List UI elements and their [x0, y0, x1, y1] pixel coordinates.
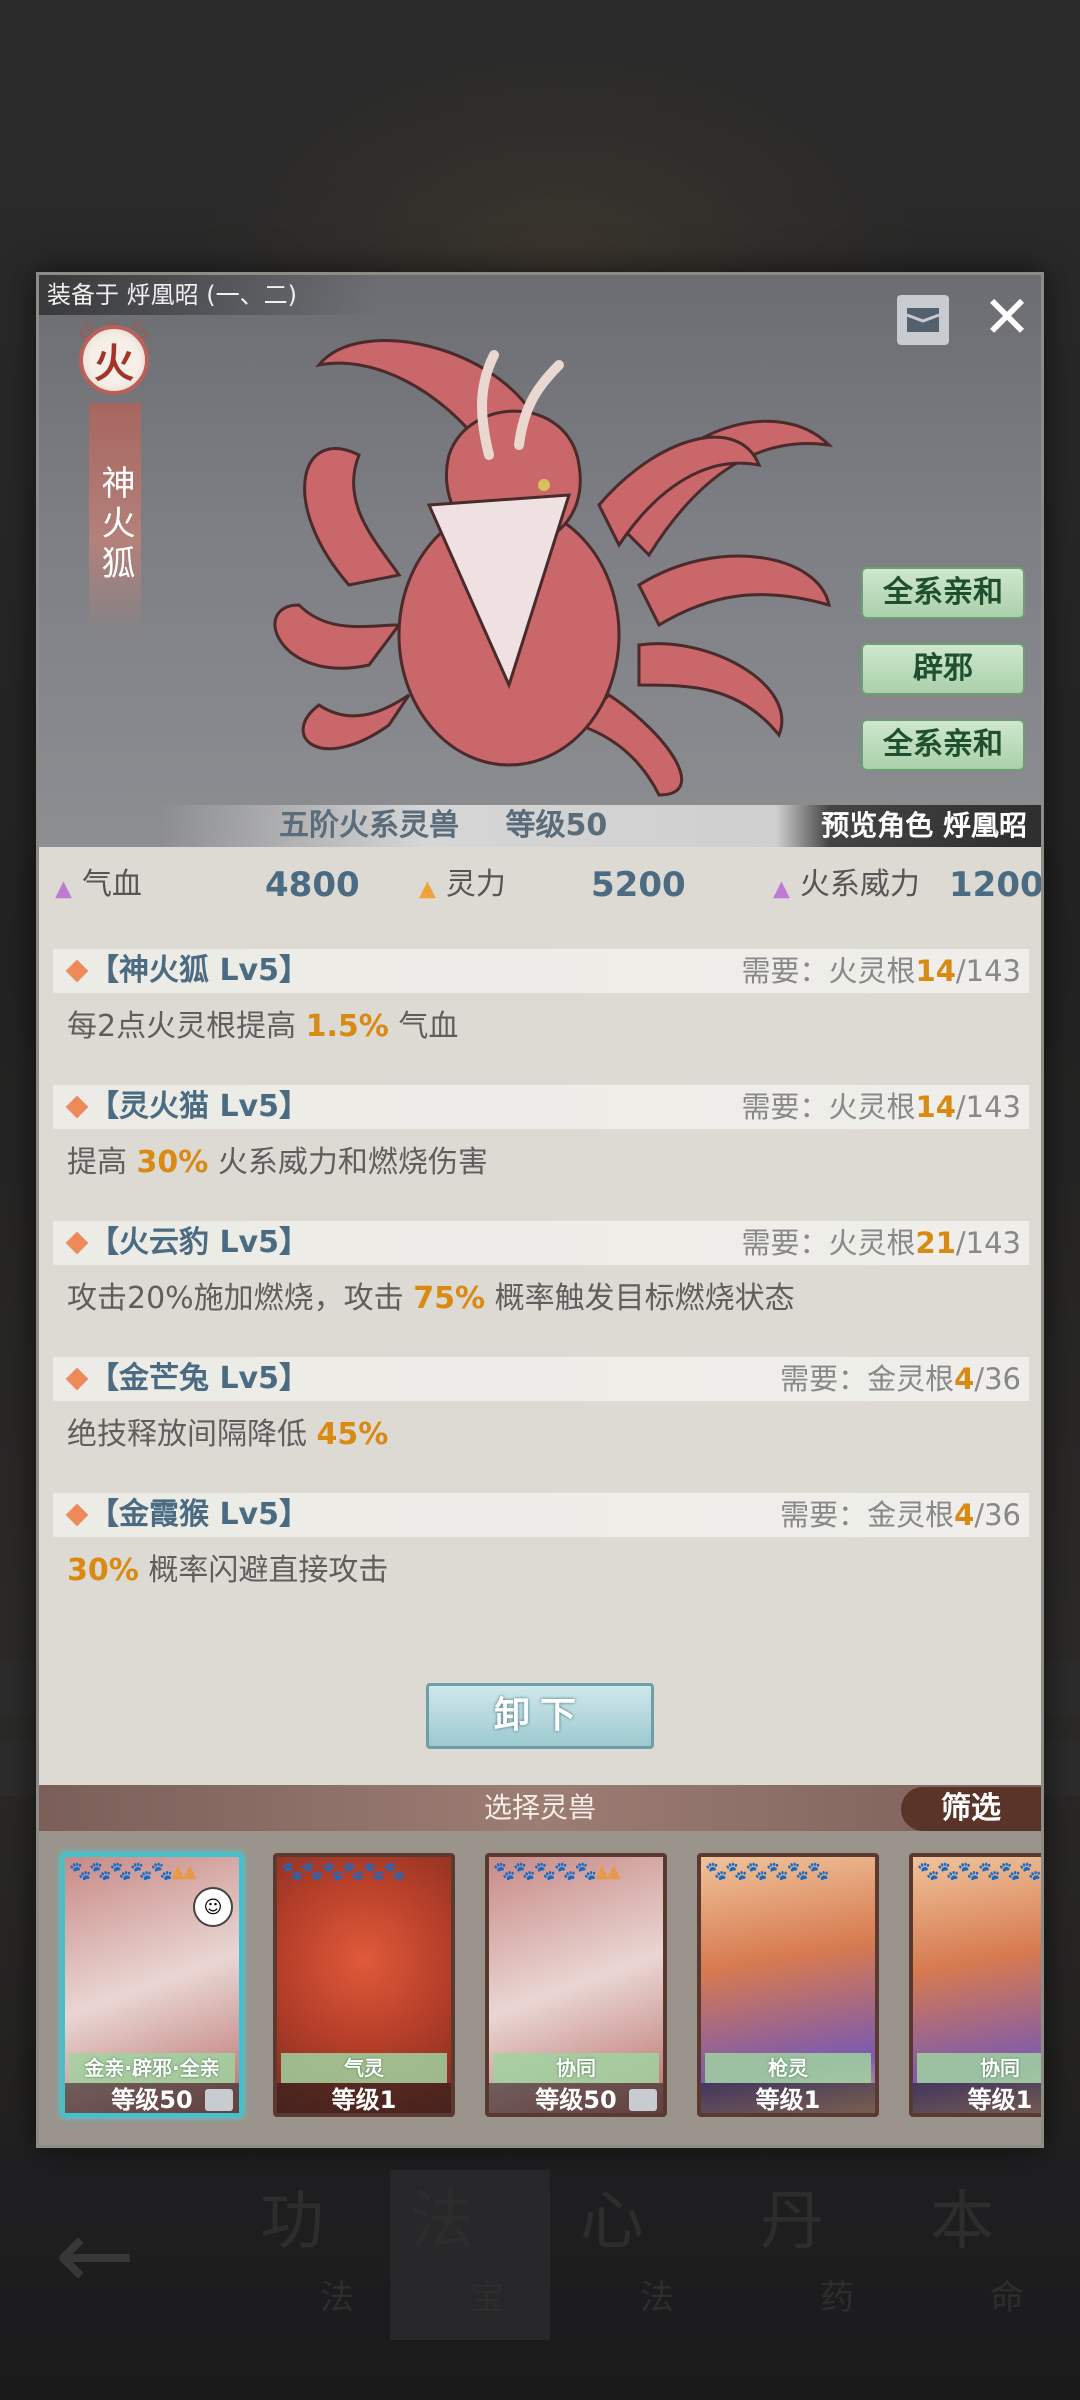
skill-description: 每2点火灵根提高 1.5% 气血 — [67, 1005, 458, 1049]
triangle-icon: ▲ — [773, 876, 790, 902]
select-beast-title: 选择灵兽 — [483, 1791, 596, 1824]
stat-label: 气血 — [81, 867, 142, 902]
stat-label: 火系威力 — [799, 867, 920, 902]
beast-name-banner: 神火狐 — [89, 403, 141, 633]
beast-rank-level: 五阶火系灵兽 等级50 — [279, 805, 607, 847]
req-current: 4 — [954, 1498, 975, 1532]
beast-card[interactable]: 🐾🐾🐾🐾🐾🐾 气灵 等级1 — [273, 1853, 455, 2117]
spirit-beast-modal: 装备于 烀凰昭 (一、二) ♨♨♨ 火 神火狐 — [36, 272, 1044, 2148]
desc-text: 概率闪避直接攻击 — [138, 1553, 389, 1588]
skill-entry: 【灵火猫 Lv5】 需要：火灵根14/143 提高 30% 火系威力和燃烧伤害 — [53, 1085, 1029, 1205]
stat-value: 5200 — [591, 865, 686, 905]
req-current: 14 — [915, 1090, 956, 1124]
skill-entry: 【金芒兔 Lv5】 需要：金灵根4/36 绝技释放间隔降低 45% — [53, 1357, 1029, 1477]
desc-text: 火系威力和燃烧伤害 — [208, 1145, 488, 1180]
stat-label: 灵力 — [445, 867, 506, 902]
desc-text: 提高 — [67, 1145, 137, 1180]
close-icon[interactable]: ✕ — [979, 288, 1035, 346]
card-rarity: 🐾🐾🐾🐾🐾🐾 — [281, 1861, 405, 1882]
card-trait-tag: 协同 — [493, 2053, 659, 2083]
beast-card[interactable]: 🐾🐾🐾🐾🐾🐾 协同 等级1 — [909, 1853, 1041, 2117]
skill-title: 【金芒兔 Lv5】 — [89, 1361, 309, 1396]
card-rarity: 🐾🐾🐾🐾🐾🐾 — [917, 1861, 1041, 1882]
trait-badge[interactable]: 全系亲和 — [861, 567, 1025, 619]
unload-button[interactable]: 卸下 — [426, 1683, 654, 1749]
beast-card[interactable]: 🐾🐾🐾🐾🐾▲▲ 协同 等级50 — [485, 1853, 667, 2117]
req-label: 需要：火灵根 — [741, 1226, 916, 1260]
beast-rank: 五阶火系灵兽 — [279, 808, 459, 843]
skill-entry: 【神火狐 Lv5】 需要：火灵根14/143 每2点火灵根提高 1.5% 气血 — [53, 949, 1029, 1069]
desc-highlight: 30% — [67, 1553, 139, 1588]
req-max: /143 — [955, 1090, 1021, 1124]
skill-description: 提高 30% 火系威力和燃烧伤害 — [67, 1141, 488, 1185]
card-trait-tag: 枪灵 — [705, 2053, 871, 2083]
req-current: 14 — [915, 954, 956, 988]
skill-title: 【神火狐 Lv5】 — [89, 953, 309, 988]
card-trait-tag: 气灵 — [281, 2053, 447, 2083]
trait-badge[interactable]: 辟邪 — [861, 643, 1025, 695]
skill-description: 30% 概率闪避直接攻击 — [67, 1549, 388, 1593]
skill-requirement: 需要：金灵根4/36 — [780, 1493, 1021, 1537]
stats-row: ▲ 气血 4800 ▲ 灵力 5200 ▲ 火系威力 1200 — [39, 847, 1041, 925]
card-rarity: 🐾🐾🐾🐾🐾▲▲ — [493, 1861, 621, 1882]
skill-title: 【火云豹 Lv5】 — [89, 1225, 309, 1260]
desc-highlight: 45% — [316, 1417, 389, 1452]
nine-tailed-fox-illustration — [273, 339, 834, 797]
req-label: 需要：火灵根 — [741, 1090, 916, 1124]
beast-hero-panel: 装备于 烀凰昭 (一、二) ♨♨♨ 火 神火狐 — [39, 275, 1041, 847]
stat-spirit: ▲ 灵力 5200 — [419, 865, 686, 905]
desc-text: 攻击20%施加燃烧，攻击 — [67, 1281, 414, 1316]
desc-text: 每2点火灵根提高 — [67, 1009, 306, 1044]
avatar: ☺ — [193, 1887, 233, 1927]
card-level: 等级1 — [701, 2083, 875, 2113]
stat-value: 4800 — [265, 865, 360, 905]
card-level: 等级1 — [277, 2083, 451, 2113]
desc-text: 概率触发目标燃烧状态 — [485, 1281, 795, 1316]
skill-requirement: 需要：火灵根14/143 — [742, 949, 1022, 993]
trait-badge[interactable]: 全系亲和 — [861, 719, 1025, 771]
req-label: 需要：金灵根 — [780, 1362, 955, 1396]
skill-entry: 【火云豹 Lv5】 需要：火灵根21/143 攻击20%施加燃烧，攻击 75% … — [53, 1221, 1029, 1341]
card-rarity: 🐾🐾🐾🐾🐾🐾 — [705, 1861, 829, 1882]
lock-icon — [629, 2089, 657, 2111]
skill-requirement: 需要：火灵根21/143 — [742, 1221, 1022, 1265]
skill-requirement: 需要：火灵根14/143 — [742, 1085, 1022, 1129]
desc-highlight: 1.5% — [305, 1009, 389, 1044]
stat-value: 1200 — [949, 865, 1044, 905]
beast-card[interactable]: 🐾🐾🐾🐾🐾🐾 枪灵 等级1 — [697, 1853, 879, 2117]
beast-level: 等级50 — [505, 808, 608, 843]
skill-description: 绝技释放间隔降低 45% — [67, 1413, 388, 1457]
skill-requirement: 需要：金灵根4/36 — [780, 1357, 1021, 1401]
card-trait-tag: 金亲·辟邪·全亲 — [69, 2053, 235, 2083]
req-label: 需要：火灵根 — [741, 954, 916, 988]
stat-hp: ▲ 气血 4800 — [55, 865, 360, 905]
req-max: /143 — [955, 954, 1021, 988]
req-max: /143 — [955, 1226, 1021, 1260]
skill-title: 【金霞猴 Lv5】 — [89, 1497, 309, 1532]
skill-title: 【灵火猫 Lv5】 — [89, 1089, 309, 1124]
skill-description: 攻击20%施加燃烧，攻击 75% 概率触发目标燃烧状态 — [67, 1277, 795, 1321]
desc-text: 绝技释放间隔降低 — [67, 1417, 317, 1452]
desc-highlight: 30% — [136, 1145, 209, 1180]
desc-text: 气血 — [388, 1009, 459, 1044]
beast-card[interactable]: 🐾🐾🐾🐾🐾▲▲ ☺ 金亲·辟邪·全亲 等级50 — [61, 1853, 243, 2117]
card-trait-tag: 协同 — [917, 2053, 1041, 2083]
triangle-icon: ▲ — [55, 876, 72, 902]
card-rarity: 🐾🐾🐾🐾🐾▲▲ — [69, 1861, 197, 1882]
req-label: 需要：金灵根 — [780, 1498, 955, 1532]
stat-fire-power: ▲ 火系威力 1200 — [773, 865, 1041, 905]
req-current: 4 — [954, 1362, 975, 1396]
preview-character[interactable]: 预览角色 烀凰昭 — [821, 805, 1027, 847]
element-badge: 火 — [79, 325, 149, 395]
desc-highlight: 75% — [413, 1281, 486, 1316]
filter-button[interactable]: 筛选 — [901, 1787, 1041, 1831]
mail-icon[interactable] — [897, 295, 949, 345]
triangle-icon: ▲ — [419, 876, 436, 902]
skill-entry: 【金霞猴 Lv5】 需要：金灵根4/36 30% 概率闪避直接攻击 — [53, 1493, 1029, 1613]
lock-icon — [205, 2089, 233, 2111]
req-current: 21 — [915, 1226, 956, 1260]
card-level: 等级1 — [913, 2083, 1041, 2113]
req-max: /36 — [974, 1362, 1021, 1396]
req-max: /36 — [974, 1498, 1021, 1532]
